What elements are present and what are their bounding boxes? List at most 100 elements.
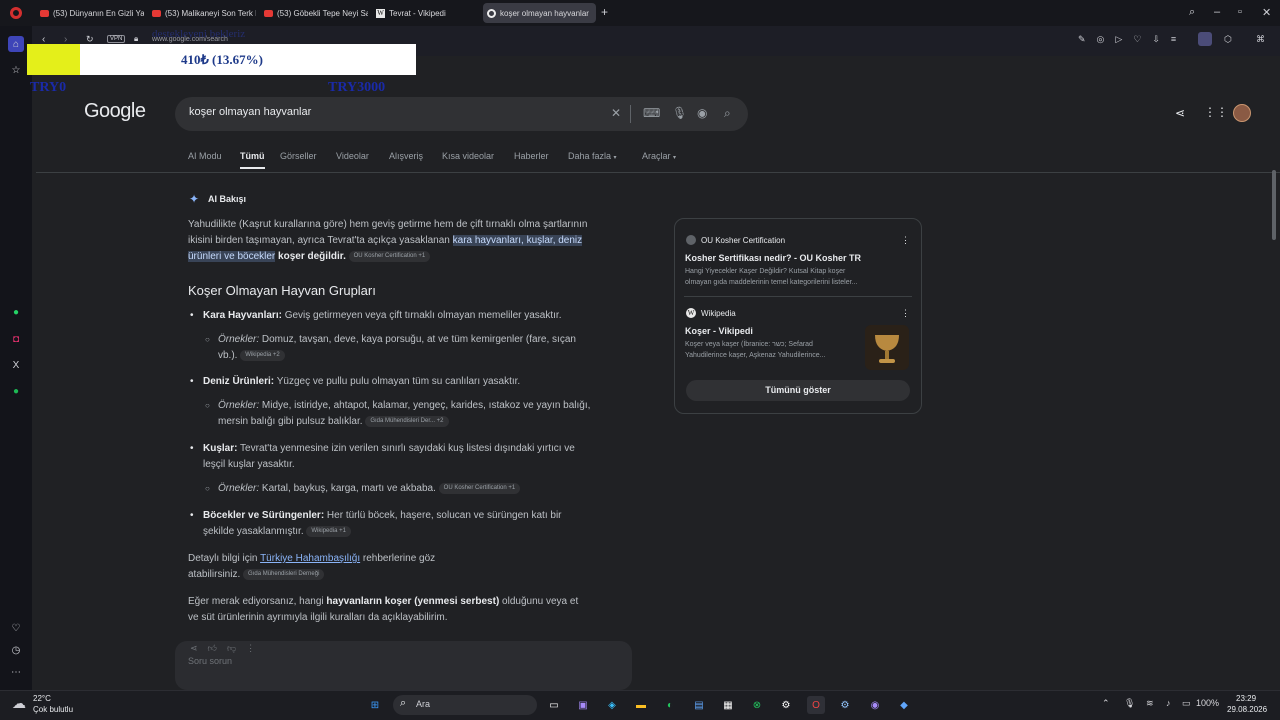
minimize-icon[interactable]: –	[1214, 6, 1220, 18]
tab-3[interactable]: (53) Göbekli Tepe Neyi Sa	[260, 3, 368, 23]
search-input[interactable]: koşer olmayan hayvanlar	[189, 106, 311, 118]
toolbar-icons[interactable]: ✎◎▷♡⇩≡	[1078, 34, 1187, 45]
x-icon[interactable]: X	[8, 357, 24, 373]
star-icon[interactable]: ☆	[8, 62, 24, 78]
spotify-icon[interactable]: ●	[8, 383, 24, 399]
heart-icon[interactable]: ♡	[8, 620, 24, 636]
share-icon[interactable]: ⋖	[1175, 106, 1185, 120]
ask-input[interactable]: Soru sorun	[188, 656, 232, 666]
tab-news[interactable]: Haberler	[514, 151, 549, 161]
account-avatar[interactable]	[1233, 104, 1251, 122]
new-tab-plus-icon[interactable]: +	[601, 5, 608, 19]
maximize-icon[interactable]: ▫	[1238, 6, 1242, 18]
source-title[interactable]: Kosher Sertifikası nedir? - OU Kosher TR	[685, 253, 861, 263]
app-icon[interactable]: ▤	[690, 696, 708, 714]
tab-4[interactable]: W Tevrat - Vikipedi	[372, 3, 480, 23]
taskbar-search[interactable]	[393, 695, 537, 715]
search-tabs-icon[interactable]: ⌕	[1189, 6, 1195, 19]
opera-logo-icon[interactable]	[10, 7, 22, 19]
more-icon[interactable]: ⋯	[8, 664, 24, 680]
settings-icon[interactable]: ⚙︎	[777, 696, 795, 714]
source-title[interactable]: Koşer - Vikipedi	[685, 326, 753, 336]
opera-taskbar-icon[interactable]: O	[807, 696, 825, 714]
kiddush-cup-thumbnail[interactable]	[865, 325, 909, 370]
instagram-icon[interactable]: ◘	[8, 331, 24, 347]
feedback-icons[interactable]: ⋖👍︎👎︎⋮	[190, 643, 265, 654]
text: olduğunu veya et	[499, 596, 579, 607]
wifi-icon[interactable]: ≋	[1146, 698, 1154, 709]
close-icon[interactable]: ✕	[1262, 6, 1271, 19]
tab-all[interactable]: Tümü	[240, 151, 265, 161]
tab-2[interactable]: (53) Malikaneyi Son Terk E	[148, 3, 256, 23]
wikipedia-icon: W	[376, 8, 385, 18]
source-chip[interactable]: OU Kosher Certification +1	[438, 482, 521, 494]
source-chip[interactable]: Gıda Mühendisleri Der... +2	[365, 415, 449, 427]
weather-temp[interactable]: 22°C	[33, 694, 51, 703]
weather-icon[interactable]: ☁︎	[12, 695, 26, 712]
network-app-icon[interactable]: ⚙︎	[836, 696, 854, 714]
extensions-icon[interactable]: ⬡	[1224, 34, 1232, 45]
tab-more[interactable]: Daha fazla ▾	[568, 151, 617, 161]
source-site[interactable]: Wikipedia	[701, 309, 736, 318]
volume-icon[interactable]: ♪	[1166, 698, 1171, 708]
show-all-button[interactable]: Tümünü göster	[686, 380, 910, 401]
source-chip[interactable]: OU Kosher Certification +1	[348, 250, 431, 262]
clear-search-icon[interactable]: ✕	[611, 106, 621, 120]
group-example-line-2: vb.). Wikipedia +2	[218, 348, 285, 364]
easy-setup-icon[interactable]: ⌘	[1256, 34, 1265, 45]
group-title: Kuşlar:	[203, 443, 238, 454]
tab-5-active[interactable]: koşer olmayan hayvanlar	[483, 3, 596, 23]
tab-1[interactable]: (53) Dünyanın En Gizli Yar	[36, 3, 144, 23]
tab-ai-mode[interactable]: AI Modu	[188, 151, 222, 161]
home-icon[interactable]: ⌂	[8, 36, 24, 52]
example-text: mersin balığı gibi pulsuz balıklar.	[218, 416, 363, 427]
clock-time[interactable]: 23:29	[1236, 694, 1256, 703]
source-chip[interactable]: Gıda Mühendisleri Derneği	[243, 568, 325, 580]
vpn-badge[interactable]: VPN	[107, 35, 126, 43]
youtube-icon	[152, 9, 161, 17]
history-icon[interactable]: ◷	[8, 642, 24, 658]
tab-label: (53) Malikaneyi Son Terk E	[165, 8, 256, 18]
microphone-icon[interactable]: 🎙︎	[672, 106, 687, 120]
tab-short-videos[interactable]: Kısa videolar	[442, 151, 494, 161]
store-icon[interactable]: ▦	[719, 696, 737, 714]
source-menu-icon[interactable]: ⋮	[901, 235, 910, 246]
edge-icon[interactable]: ◐	[661, 696, 679, 714]
steam-icon[interactable]: ◆	[895, 696, 913, 714]
source-chip[interactable]: Wikipedia +1	[306, 525, 351, 537]
google-logo[interactable]: Google	[84, 100, 146, 123]
tray-chevron-icon[interactable]: ⌃	[1102, 698, 1110, 709]
source-menu-icon[interactable]: ⋮	[901, 308, 910, 319]
windows-start-icon[interactable]: ⊞	[366, 696, 384, 714]
ai-intro-line-3: ürünleri ve böcekler koşer değildir. OU …	[188, 249, 431, 265]
text: rehberlerine göz	[360, 553, 436, 564]
tab-videos[interactable]: Videolar	[336, 151, 369, 161]
apps-grid-icon[interactable]: ⋮⋮	[1204, 105, 1228, 119]
teams-icon[interactable]: ▣	[574, 696, 592, 714]
profile-icon[interactable]	[1198, 32, 1212, 46]
source-site[interactable]: OU Kosher Certification	[701, 236, 785, 245]
task-view-icon[interactable]: ▭	[545, 696, 563, 714]
scrollbar-thumb[interactable]	[1272, 170, 1276, 240]
file-explorer-icon[interactable]: ▬	[632, 696, 650, 714]
lens-icon[interactable]: ◉	[697, 106, 707, 120]
copilot-icon[interactable]: ◈	[603, 696, 621, 714]
xbox-icon[interactable]: ⊗	[748, 696, 766, 714]
hahambasiligi-link[interactable]: Türkiye Hahambaşılığı	[260, 553, 360, 564]
tab-images[interactable]: Görseller	[280, 151, 317, 161]
microphone-tray-icon[interactable]: 🎙︎	[1124, 698, 1135, 709]
keyboard-icon[interactable]: ⌨︎	[643, 106, 660, 120]
weather-desc[interactable]: Çok bulutlu	[33, 705, 73, 714]
battery-icon[interactable]: ▭	[1182, 698, 1191, 709]
battery-percent[interactable]: 100%	[1196, 698, 1219, 708]
source-chip[interactable]: Wikipedia +2	[240, 349, 285, 361]
search-icon[interactable]: ⌕	[724, 106, 731, 121]
clock-date[interactable]: 29.08.2026	[1227, 705, 1267, 714]
highlighted-text: kara hayvanları, kuşlar, deniz	[452, 235, 583, 246]
discord-icon[interactable]: ◉	[866, 696, 884, 714]
youtube-icon	[264, 9, 273, 17]
tab-shopping[interactable]: Alışveriş	[389, 151, 423, 161]
whatsapp-icon[interactable]: ●	[8, 304, 24, 320]
tab-tools[interactable]: Araçlar ▾	[642, 151, 676, 161]
group-title: Deniz Ürünleri:	[203, 376, 275, 387]
